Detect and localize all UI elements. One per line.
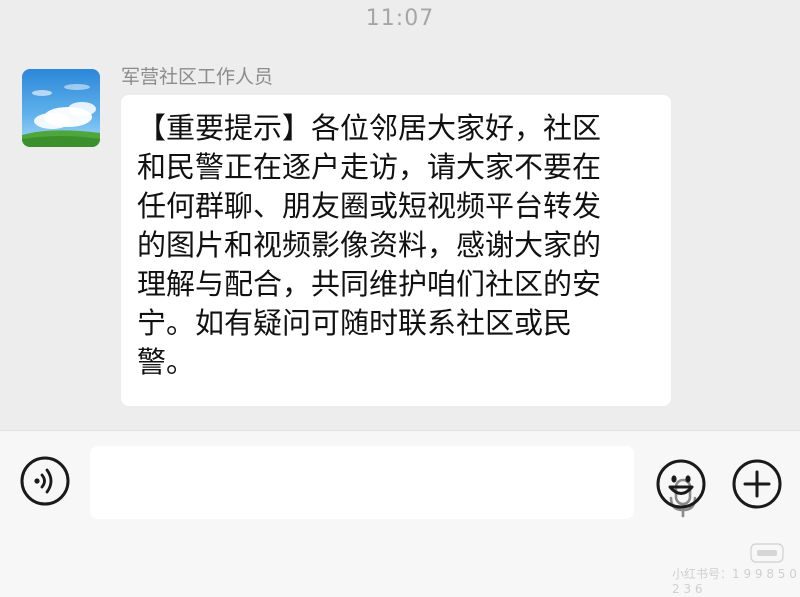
sender-name: 军营社区工作人员 [121, 66, 274, 88]
message-text: 【重要提示】各位邻居大家好，社区 和民警正在逐户走访，请大家不要在 任何群聊、朋… [137, 111, 602, 379]
emoji-button[interactable] [655, 458, 707, 510]
voice-icon [20, 456, 70, 506]
sender-avatar[interactable] [22, 69, 100, 147]
message-timestamp: 11:07 [365, 6, 435, 31]
watermark-text: 小红书号：1 9 9 8 5 0 2 3 6 [672, 567, 797, 596]
message-bubble[interactable]: 【重要提示】各位邻居大家好，社区 和民警正在逐户走访，请大家不要在 任何群聊、朋… [121, 95, 671, 406]
message-input[interactable] [104, 460, 568, 506]
watermark-logo [750, 543, 784, 563]
add-button[interactable] [731, 458, 783, 510]
sky-avatar-image [22, 69, 100, 147]
chat-area: 11:07 军营社区工作人员 【重要提示】各位邻居大家好，社区 和民警正在逐户走… [0, 0, 800, 430]
message-input-box[interactable] [90, 446, 697, 519]
plus-icon [732, 459, 782, 509]
voice-toggle-button[interactable] [19, 455, 71, 507]
emoji-icon [656, 459, 706, 509]
